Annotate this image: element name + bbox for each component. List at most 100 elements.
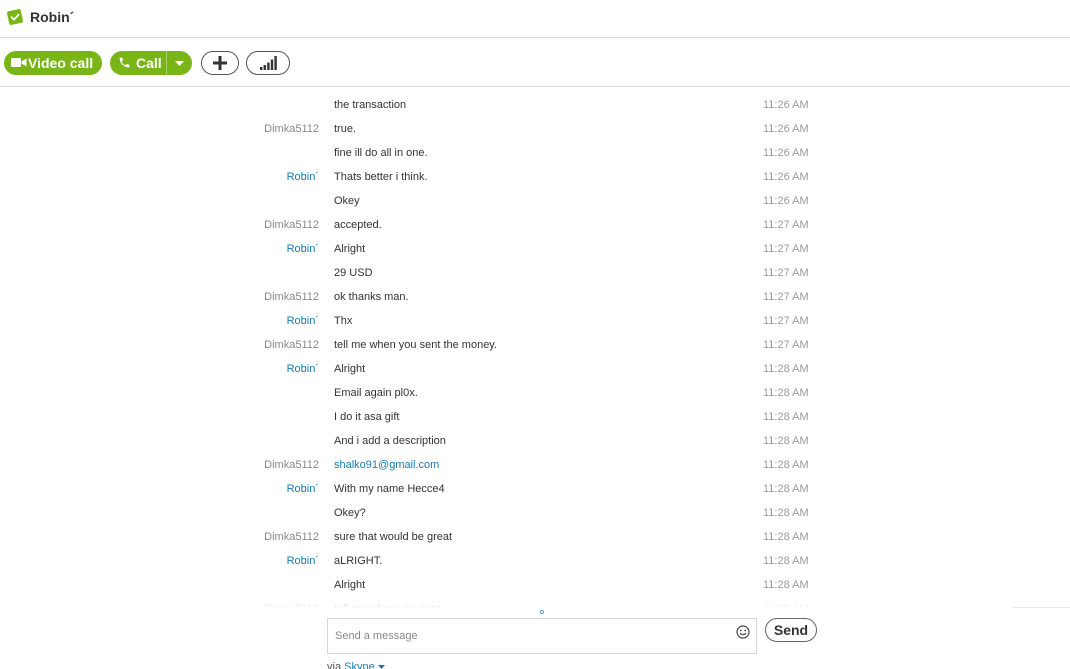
message-timestamp: 11:26 AM — [763, 99, 809, 111]
message-row: Email again pl0x. 11:28 AM — [0, 381, 1070, 405]
message-timestamp: 11:28 AM — [763, 387, 809, 399]
message-timestamp: 11:28 AM — [763, 483, 809, 495]
message-row: Okey? 11:28 AM — [0, 501, 1070, 525]
message-row: Dimka5112 accepted. 11:27 AM — [0, 213, 1070, 237]
video-call-label: Video call — [28, 55, 94, 71]
call-button[interactable]: Call — [110, 51, 192, 75]
via-service-link[interactable]: Skype — [344, 661, 375, 669]
message-timestamp: 11:28 AM — [763, 555, 809, 567]
message-timestamp: 11:28 AM — [763, 411, 809, 423]
message-text: Email again pl0x. — [334, 387, 418, 399]
new-message-indicator — [540, 610, 544, 614]
smiley-icon[interactable] — [736, 625, 750, 639]
message-text: Okey — [334, 195, 360, 207]
message-text: true. — [334, 123, 357, 135]
message-timestamp: 11:26 AM — [763, 195, 809, 207]
message-row: Robin´ Alright 11:28 AM — [0, 357, 1070, 381]
chat-header: Robin´ — [0, 0, 1070, 38]
online-status-icon — [7, 9, 23, 25]
message-row: 29 USD 11:27 AM — [0, 261, 1070, 285]
message-sender[interactable]: Robin´ — [287, 477, 319, 501]
message-row: Robin´ Alright 11:27 AM — [0, 237, 1070, 261]
message-timestamp: 11:26 AM — [763, 147, 809, 159]
via-selector[interactable]: via Skype — [327, 661, 385, 669]
message-timestamp: 11:28 AM — [763, 363, 809, 375]
message-sender[interactable]: Robin´ — [287, 237, 319, 261]
message-row: fine ill do all in one. 11:26 AM — [0, 141, 1070, 165]
phone-icon — [119, 57, 130, 68]
message-timestamp: 11:28 AM — [763, 459, 809, 471]
via-label: via — [327, 661, 342, 669]
message-text: Thx — [334, 315, 353, 327]
message-text: And i add a description — [334, 435, 446, 447]
message-text: ok thanks man. — [334, 291, 409, 303]
message-text: Alright — [334, 363, 366, 375]
message-sender[interactable]: Robin´ — [287, 549, 319, 573]
message-row: Robin´ aLRIGHT. 11:28 AM — [0, 549, 1070, 573]
message-list[interactable]: the transaction 11:26 AM Dimka5112 true. 11:… — [0, 93, 1070, 608]
signal-bars-icon — [260, 56, 277, 70]
video-camera-icon — [11, 58, 27, 67]
message-composer — [327, 618, 757, 654]
chevron-down-icon[interactable] — [175, 61, 184, 66]
video-call-button[interactable]: Video call — [4, 51, 102, 75]
message-timestamp: 11:28 AM — [763, 435, 809, 447]
call-toolbar: Video call Call — [0, 38, 1070, 87]
chevron-down-icon[interactable] — [377, 665, 385, 669]
message-timestamp: 11:27 AM — [763, 243, 809, 255]
message-sender[interactable]: Robin´ — [287, 309, 319, 333]
message-sender[interactable]: Dimka5112 — [264, 285, 319, 309]
message-row: Dimka5112 ok thanks man. 11:27 AM — [0, 285, 1070, 309]
call-quality-button[interactable] — [246, 51, 290, 75]
message-timestamp: 11:26 AM — [763, 171, 809, 183]
message-row: I do it asa gift 11:28 AM — [0, 405, 1070, 429]
message-timestamp: 11:27 AM — [763, 219, 809, 231]
message-sender[interactable]: Dimka5112 — [264, 213, 319, 237]
message-email-link[interactable]: shalko91@gmail.com — [334, 453, 439, 477]
message-timestamp: 11:28 AM — [763, 507, 809, 519]
message-timestamp: 11:26 AM — [763, 123, 809, 135]
message-sender[interactable]: Dimka5112 — [264, 453, 319, 477]
message-row: And i add a description 11:28 AM — [0, 429, 1070, 453]
message-input[interactable] — [328, 619, 728, 653]
message-text: fine ill do all in one. — [334, 147, 428, 159]
message-row: Robin´ With my name Hecce4 11:28 AM — [0, 477, 1070, 501]
message-timestamp: 11:28 AM — [763, 531, 809, 543]
message-timestamp: 11:27 AM — [763, 315, 809, 327]
message-row: the transaction 11:26 AM — [0, 93, 1070, 117]
message-row: Okey 11:26 AM — [0, 189, 1070, 213]
message-text: accepted. — [334, 219, 382, 231]
message-list-fade — [0, 592, 1070, 608]
message-text: Okey? — [334, 507, 366, 519]
message-sender[interactable]: Dimka5112 — [264, 333, 319, 357]
message-sender[interactable]: Robin´ — [287, 357, 319, 381]
message-text: the transaction — [334, 99, 407, 111]
message-text: tell me when you sent the money. — [334, 339, 498, 351]
contact-name[interactable]: Robin´ — [30, 9, 74, 25]
message-text: sure that would be great — [334, 531, 453, 543]
plus-icon — [213, 56, 227, 70]
message-row: Dimka5112 sure that would be great 11:28 A… — [0, 525, 1070, 549]
message-text: With my name Hecce4 — [334, 483, 445, 495]
message-row: Dimka5112 tell me when you sent the money… — [0, 333, 1070, 357]
message-sender[interactable]: Dimka5112 — [264, 117, 319, 141]
message-row: Dimka5112 shalko91@gmail.com 11:28 AM — [0, 453, 1070, 477]
message-sender[interactable]: Dimka5112 — [264, 525, 319, 549]
divider — [1013, 607, 1070, 608]
message-timestamp: 11:27 AM — [763, 339, 809, 351]
message-text: Alright — [334, 243, 366, 255]
message-text: 29 USD — [334, 267, 373, 279]
call-label: Call — [136, 55, 162, 71]
message-sender[interactable]: Robin´ — [287, 165, 319, 189]
call-button-divider — [166, 51, 167, 75]
message-timestamp: 11:27 AM — [763, 291, 809, 303]
message-text: aLRIGHT. — [334, 555, 383, 567]
message-timestamp: 11:27 AM — [763, 267, 809, 279]
message-row: Dimka5112 true. 11:26 AM — [0, 117, 1070, 141]
add-people-button[interactable] — [201, 51, 239, 75]
message-text: Thats better i think. — [334, 171, 428, 183]
message-text: I do it asa gift — [334, 411, 400, 423]
message-row: Robin´ Thx 11:27 AM — [0, 309, 1070, 333]
send-button[interactable]: Send — [765, 618, 817, 642]
message-row: Robin´ Thats better i think. 11:26 AM — [0, 165, 1070, 189]
